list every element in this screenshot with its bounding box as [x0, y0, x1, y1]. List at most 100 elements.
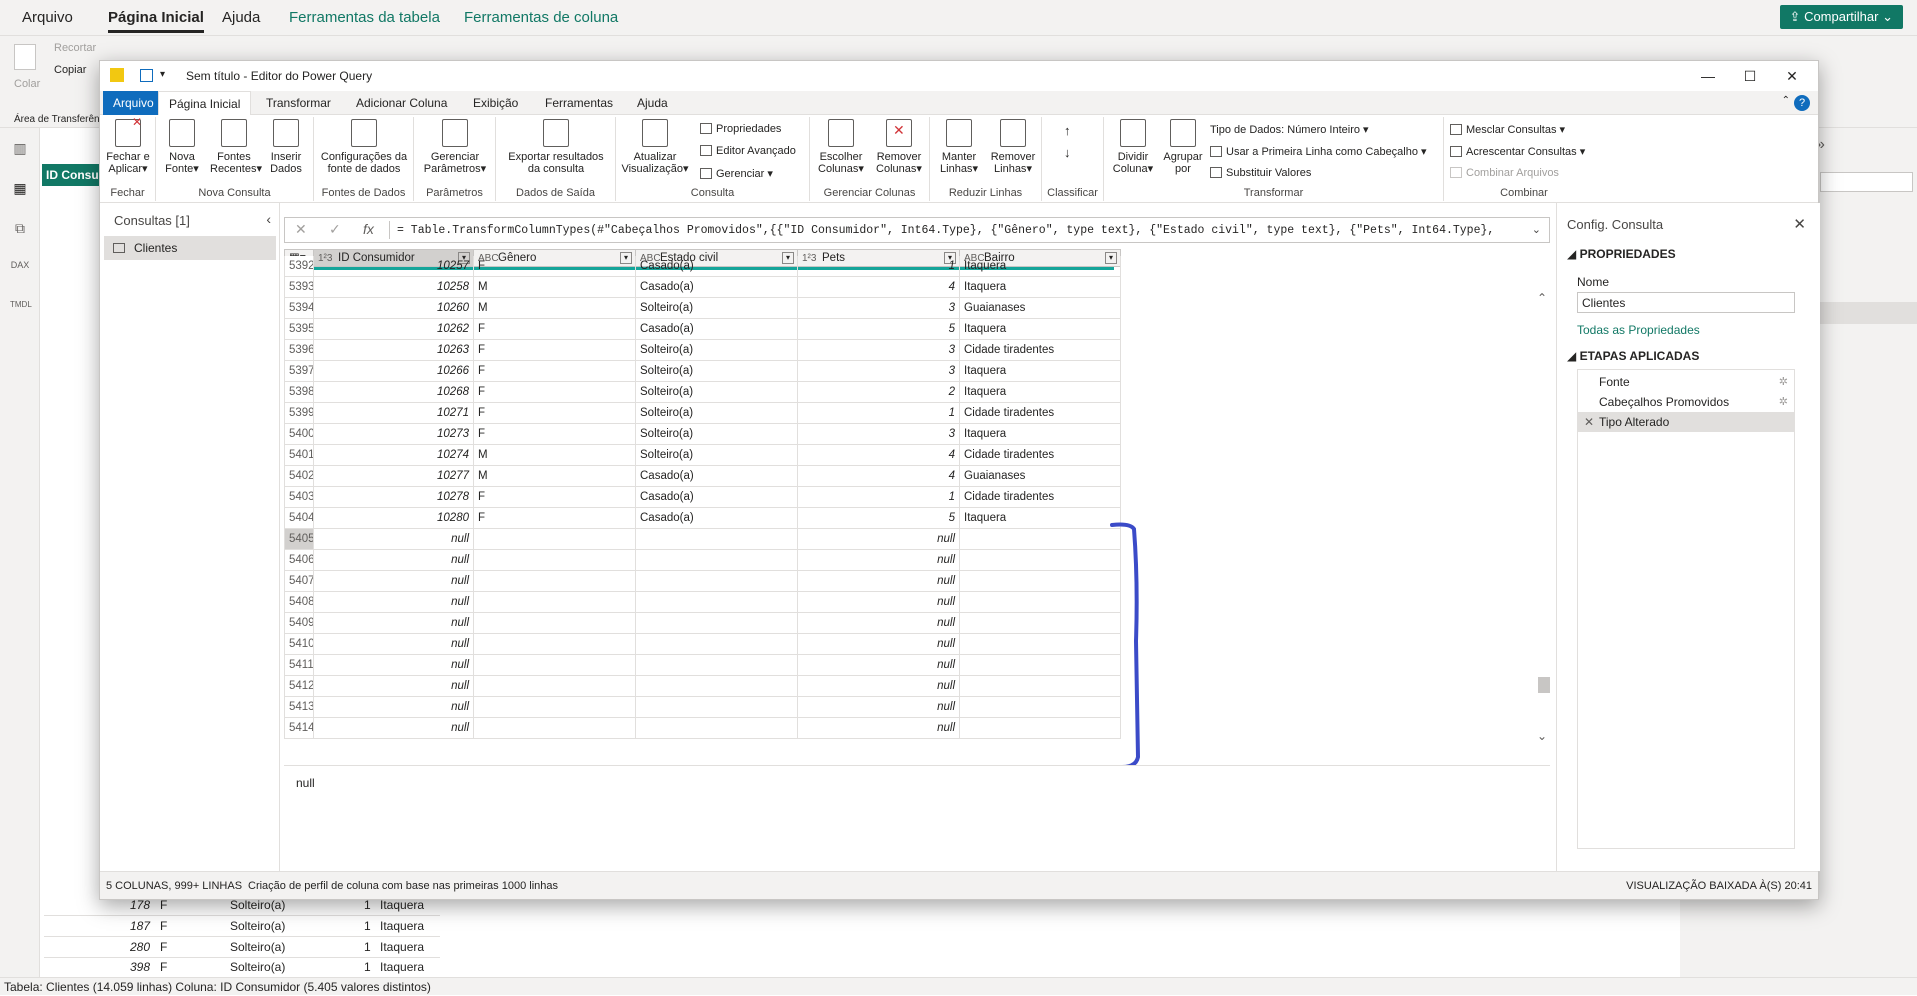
table-cell[interactable]: 10262 [314, 319, 474, 340]
table-cell[interactable]: null [798, 592, 960, 613]
table-cell[interactable]: null [798, 676, 960, 697]
table-cell[interactable]: F [474, 361, 636, 382]
query-item-clientes[interactable]: Clientes [104, 236, 276, 260]
table-cell[interactable] [960, 550, 1121, 571]
help-icon[interactable]: ? [1794, 95, 1810, 111]
step-fonte[interactable]: Fonte ✲ [1578, 372, 1794, 392]
step-cabecalhos-promovidos[interactable]: Cabeçalhos Promovidos ✲ [1578, 392, 1794, 412]
table-cell[interactable] [636, 592, 798, 613]
model-view-icon[interactable]: ⧉ [10, 220, 30, 238]
table-cell[interactable] [960, 529, 1121, 550]
remove-columns-button[interactable]: ✕ Remover Colunas▾ [872, 119, 926, 175]
export-results-button[interactable]: Exportar resultados da consulta [500, 119, 612, 175]
remove-rows-button[interactable]: Remover Linhas▾ [988, 119, 1038, 175]
table-cell[interactable]: 1 [798, 256, 960, 277]
keep-rows-button[interactable]: Manter Linhas▾ [934, 119, 984, 175]
row-number[interactable]: 5412 [284, 676, 314, 697]
row-number[interactable]: 5399 [284, 403, 314, 424]
tmdl-view-icon[interactable]: TMDL [10, 300, 32, 318]
table-cell[interactable]: null [798, 655, 960, 676]
table-cell[interactable] [474, 592, 636, 613]
append-queries-button[interactable]: Acrescentar Consultas ▾ [1450, 145, 1585, 158]
gear-icon[interactable]: ✲ [1779, 392, 1788, 412]
table-cell[interactable]: null [314, 697, 474, 718]
table-cell[interactable]: Solteiro(a) [636, 340, 798, 361]
table-cell[interactable]: null [798, 571, 960, 592]
table-cell[interactable]: 10258 [314, 277, 474, 298]
row-number[interactable]: 5395 [284, 319, 314, 340]
table-cell[interactable]: null [314, 592, 474, 613]
table-cell[interactable]: Itaquera [960, 319, 1121, 340]
table-cell[interactable]: F [474, 256, 636, 277]
table-cell[interactable]: 3 [798, 424, 960, 445]
table-cell[interactable] [960, 571, 1121, 592]
sort-descending-icon[interactable]: ↓ [1064, 145, 1071, 160]
close-settings-icon[interactable]: ✕ [1793, 215, 1806, 233]
table-cell[interactable]: 4 [798, 277, 960, 298]
row-number[interactable]: 5413 [284, 697, 314, 718]
table-cell[interactable]: null [314, 634, 474, 655]
table-cell[interactable] [474, 697, 636, 718]
save-icon[interactable] [140, 69, 153, 82]
table-cell[interactable]: Casado(a) [636, 508, 798, 529]
table-cell[interactable]: null [314, 718, 474, 739]
table-cell[interactable]: Cidade tiradentes [960, 487, 1121, 508]
table-cell[interactable]: F [474, 424, 636, 445]
tab-pagina-inicial[interactable]: Página Inicial [158, 91, 252, 116]
menu-arquivo[interactable]: Arquivo [22, 9, 73, 26]
row-number[interactable]: 5402 [284, 466, 314, 487]
row-number[interactable]: 5403 [284, 487, 314, 508]
bg-selected-field[interactable] [1820, 302, 1917, 324]
table-cell[interactable] [636, 571, 798, 592]
row-number[interactable]: 5393 [284, 277, 314, 298]
vertical-scrollbar-thumb[interactable] [1538, 677, 1550, 693]
table-cell[interactable] [474, 550, 636, 571]
row-number[interactable]: 5404 [284, 508, 314, 529]
row-number[interactable]: 5394 [284, 298, 314, 319]
table-cell[interactable]: Casado(a) [636, 256, 798, 277]
menu-ferramentas-tabela[interactable]: Ferramentas da tabela [289, 9, 440, 26]
all-properties-link[interactable]: Todas as Propriedades [1577, 323, 1700, 337]
copy-button[interactable]: Copiar [54, 64, 86, 76]
use-first-row-header-button[interactable]: Usar a Primeira Linha como Cabeçalho ▾ [1210, 145, 1427, 158]
menu-ferramentas-coluna[interactable]: Ferramentas de coluna [464, 9, 618, 26]
properties-section-title[interactable]: ◢ PROPRIEDADES [1567, 247, 1676, 261]
table-cell[interactable] [960, 718, 1121, 739]
table-cell[interactable]: null [798, 634, 960, 655]
enter-data-button[interactable]: Inserir Dados [264, 119, 308, 175]
table-cell[interactable]: null [314, 550, 474, 571]
manage-button[interactable]: Gerenciar ▾ [700, 167, 773, 180]
table-cell[interactable]: Casado(a) [636, 487, 798, 508]
table-cell[interactable] [474, 655, 636, 676]
table-cell[interactable]: null [314, 655, 474, 676]
table-cell[interactable]: 10268 [314, 382, 474, 403]
table-cell[interactable]: F [474, 487, 636, 508]
table-cell[interactable]: 10273 [314, 424, 474, 445]
table-cell[interactable] [636, 529, 798, 550]
manage-parameters-button[interactable]: Gerenciar Parâmetros▾ [420, 119, 490, 175]
group-by-button[interactable]: Agrupar por [1160, 119, 1206, 175]
recent-sources-button[interactable]: Fontes Recentes▾ [210, 119, 262, 175]
table-cell[interactable]: 5 [798, 319, 960, 340]
table-cell[interactable]: F [474, 319, 636, 340]
close-button[interactable]: ✕ [1776, 65, 1808, 87]
table-cell[interactable]: Itaquera [960, 508, 1121, 529]
bg-search-input[interactable] [1820, 172, 1913, 192]
table-cell[interactable] [636, 697, 798, 718]
table-cell[interactable] [960, 613, 1121, 634]
table-cell[interactable]: 10263 [314, 340, 474, 361]
table-cell[interactable]: null [314, 571, 474, 592]
table-cell[interactable]: M [474, 445, 636, 466]
table-cell[interactable] [960, 697, 1121, 718]
table-cell[interactable]: null [798, 718, 960, 739]
table-cell[interactable]: 3 [798, 298, 960, 319]
row-number[interactable]: 5405 [284, 529, 314, 550]
table-cell[interactable]: null [798, 550, 960, 571]
row-number[interactable]: 5408 [284, 592, 314, 613]
tab-adicionar-coluna[interactable]: Adicionar Coluna [346, 91, 457, 115]
table-cell[interactable]: F [474, 340, 636, 361]
sort-ascending-icon[interactable]: ↑ [1064, 123, 1071, 138]
table-cell[interactable]: 10266 [314, 361, 474, 382]
dax-query-icon[interactable]: DAX [10, 260, 30, 278]
expand-formula-icon[interactable]: ⌄ [1532, 223, 1541, 236]
